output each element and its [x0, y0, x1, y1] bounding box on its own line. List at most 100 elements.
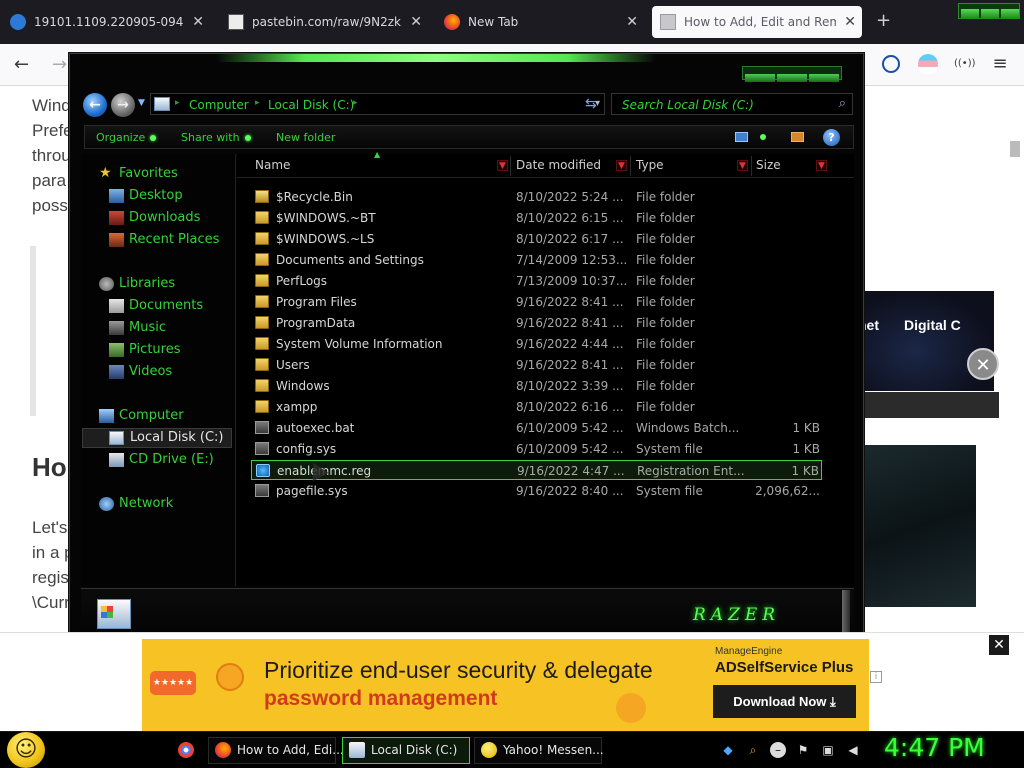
browser-tab[interactable]: pastebin.com/raw/9N2zk5qa ✕ — [228, 6, 428, 38]
star-icon: ★ — [99, 165, 112, 181]
column-header-date[interactable]: Date modified — [516, 158, 601, 172]
change-view-icon[interactable] — [735, 132, 748, 142]
close-tab-icon[interactable]: ✕ — [626, 14, 638, 30]
download-now-button[interactable]: Download Now ⤓ — [713, 685, 856, 718]
file-type: Registration Ent... — [637, 464, 745, 478]
browser-tab[interactable]: New Tab ✕ — [444, 6, 644, 38]
close-tab-icon[interactable]: ✕ — [192, 14, 204, 30]
file-row-selected[interactable]: enablemmc.reg 9/16/2022 4:47 ... Registrat… — [251, 460, 822, 480]
file-row[interactable]: $WINDOWS.~LS 8/10/2022 6:17 ... File folde… — [251, 229, 822, 249]
computer-icon — [99, 409, 114, 423]
browser-tab-active[interactable]: How to Add, Edit and Remove ✕ — [652, 6, 862, 38]
nav-local-disk[interactable]: Local Disk (C:) — [82, 428, 232, 448]
chrome-icon[interactable] — [178, 742, 194, 758]
taskbar-item-yahoo[interactable]: Yahoo! Messen... — [474, 737, 604, 764]
filter-dropdown-icon[interactable]: ▼ — [816, 160, 827, 171]
file-row[interactable]: PerfLogs 7/13/2009 10:37... File folder — [251, 271, 822, 291]
page-icon — [660, 14, 676, 30]
file-row[interactable]: Users 9/16/2022 8:41 ... File folder — [251, 355, 822, 375]
cd-drive-icon — [109, 453, 124, 467]
extension-two-icon[interactable]: ((•)) — [954, 54, 976, 74]
menu-icon[interactable]: ≡ — [990, 54, 1010, 74]
flag-tray-icon[interactable]: ⚑ — [795, 742, 811, 758]
preview-pane-icon[interactable] — [791, 132, 804, 142]
file-row[interactable]: System Volume Information 9/16/2022 4:44 … — [251, 334, 822, 354]
column-header-type[interactable]: Type — [636, 158, 664, 172]
file-row[interactable]: Windows 8/10/2022 3:39 ... File folder — [251, 376, 822, 396]
column-header-size[interactable]: Size — [756, 158, 781, 172]
file-size: 1 KB — [792, 421, 820, 435]
new-tab-button[interactable]: + — [876, 10, 891, 31]
folder-icon — [255, 232, 269, 245]
filter-dropdown-icon[interactable]: ▼ — [737, 160, 748, 171]
organize-button[interactable]: Organize — [96, 131, 157, 144]
taskbar-clock[interactable]: 4:47 PM — [884, 733, 985, 762]
close-ad-icon[interactable]: ✕ — [989, 635, 1009, 655]
file-date-modified: 9/16/2022 8:40 ... — [516, 484, 624, 498]
search-tray-icon[interactable]: ⌕ — [745, 742, 761, 758]
article-heading: Ho — [32, 452, 67, 482]
pictures-icon — [109, 343, 124, 357]
volume-tray-icon[interactable]: ◀ — [845, 742, 861, 758]
close-tab-icon[interactable]: ✕ — [410, 14, 422, 30]
forward-button[interactable]: → — [52, 54, 67, 75]
ad-info-icon[interactable]: i — [870, 671, 882, 683]
search-icon[interactable]: ⌕ — [839, 96, 846, 111]
file-row[interactable]: ProgramData 9/16/2022 8:41 ... File folder — [251, 313, 822, 333]
file-row[interactable]: $WINDOWS.~BT 8/10/2022 6:15 ... File folde… — [251, 208, 822, 228]
help-icon[interactable]: ? — [823, 129, 840, 146]
column-header-name[interactable]: Name — [255, 158, 290, 172]
forward-arrow-icon[interactable]: → — [111, 93, 135, 117]
file-name: Program Files — [276, 295, 357, 309]
address-bar[interactable]: ▸ Computer ▸ Local Disk (C:) ▸ ▾ — [150, 93, 605, 115]
start-button[interactable]: ☺ — [7, 732, 45, 768]
file-date-modified: 9/16/2022 4:44 ... — [516, 337, 624, 351]
new-folder-button[interactable]: New folder — [276, 131, 335, 144]
file-row[interactable]: $Recycle.Bin 8/10/2022 5:24 ... File folde… — [251, 187, 822, 207]
share-with-button[interactable]: Share with — [181, 131, 251, 144]
messenger-tray-icon[interactable]: – — [770, 742, 786, 758]
back-arrow-icon[interactable]: ← — [83, 93, 107, 117]
network-tray-icon[interactable]: ◆ — [720, 742, 736, 758]
file-name: pagefile.sys — [276, 484, 348, 498]
registry-file-icon — [256, 464, 270, 477]
lock-icon — [216, 663, 244, 691]
videos-icon — [109, 365, 124, 379]
file-row[interactable]: config.sys 6/10/2009 5:42 ... System file 1… — [251, 439, 822, 459]
browser-tab[interactable]: 19101.1109.220905-0942.VB_RE ✕ — [10, 6, 210, 38]
file-row[interactable]: Program Files 9/16/2022 8:41 ... File fold… — [251, 292, 822, 312]
view-options-icon[interactable] — [760, 134, 766, 140]
ad-banner[interactable]: ★★★★★ Prioritize end-user security & del… — [142, 639, 869, 731]
breadcrumb-local-disk[interactable]: Local Disk (C:) — [268, 98, 354, 112]
window-buttons[interactable] — [742, 66, 842, 82]
taskbar-item-label: Yahoo! Messen... — [503, 743, 604, 757]
display-tray-icon[interactable]: ▣ — [820, 742, 836, 758]
search-input[interactable]: Search Local Disk (C:) ⌕ — [611, 93, 853, 115]
file-size: 2,096,62... — [755, 484, 820, 498]
filter-dropdown-icon[interactable]: ▼ — [616, 160, 627, 171]
refresh-icon[interactable]: ⇆ — [585, 96, 597, 112]
file-row[interactable]: xampp 8/10/2022 6:16 ... File folder — [251, 397, 822, 417]
tab-title: How to Add, Edit and Remove — [684, 15, 836, 29]
file-date-modified: 8/10/2022 5:24 ... — [516, 190, 624, 204]
folder-icon — [255, 337, 269, 350]
file-row[interactable]: Documents and Settings 7/14/2009 12:53...… — [251, 250, 822, 270]
taskbar-item-firefox[interactable]: How to Add, Edi... — [208, 737, 344, 764]
column-separator — [751, 156, 752, 176]
column-header-label: Name — [255, 158, 291, 172]
taskbar-item-label: Local Disk (C:) — [371, 743, 458, 757]
file-row[interactable]: pagefile.sys 9/16/2022 8:40 ... System fil… — [251, 481, 822, 501]
filter-dropdown-icon[interactable]: ▼ — [497, 160, 508, 171]
file-date-modified: 7/14/2009 12:53... — [516, 253, 628, 267]
account-icon[interactable] — [882, 55, 900, 73]
back-button[interactable]: ← — [14, 54, 29, 75]
extension-icon[interactable] — [918, 54, 938, 74]
taskbar-item-explorer[interactable]: Local Disk (C:) — [342, 737, 470, 764]
breadcrumb-computer[interactable]: Computer — [189, 98, 249, 112]
file-row[interactable]: autoexec.bat 6/10/2009 5:42 ... Windows Ba… — [251, 418, 822, 438]
close-ad-icon[interactable]: ✕ — [967, 348, 999, 380]
history-dropdown-icon[interactable]: ▼ — [138, 98, 145, 108]
system-file-icon — [255, 421, 269, 434]
close-tab-icon[interactable]: ✕ — [844, 14, 856, 30]
window-controls[interactable] — [958, 3, 1020, 19]
